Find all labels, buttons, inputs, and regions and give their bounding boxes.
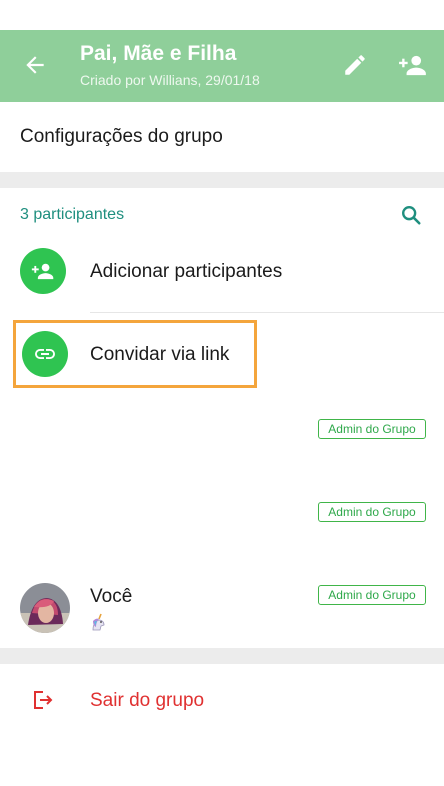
invite-link-highlight (13, 320, 257, 388)
unicorn-icon (92, 613, 105, 631)
group-subtitle: Criado por Willians, 29/01/18 (80, 72, 260, 88)
row-divider (90, 312, 444, 313)
search-icon[interactable] (400, 204, 422, 226)
participants-count: 3 participantes (20, 206, 125, 223)
person-add-icon (31, 263, 54, 280)
group-settings-row[interactable]: Configurações do grupo (0, 102, 444, 172)
avatar[interactable] (20, 583, 70, 633)
section-divider (0, 648, 444, 664)
arrow-left-icon[interactable] (22, 52, 48, 78)
admin-badge: Admin do Grupo (318, 502, 426, 522)
admin-badge: Admin do Grupo (318, 419, 426, 439)
group-settings-label: Configurações do grupo (20, 126, 223, 147)
member-name: Você (90, 586, 133, 607)
exit-group-label: Sair do grupo (90, 690, 205, 711)
add-participants-label: Adicionar participantes (90, 261, 283, 282)
exit-icon (34, 691, 53, 709)
group-header: Pai, Mãe e Filha Criado por Willians, 29… (0, 30, 444, 102)
group-title[interactable]: Pai, Mãe e Filha (80, 42, 236, 66)
add-participant-avatar (20, 248, 66, 294)
person-add-icon[interactable] (398, 52, 428, 78)
admin-badge: Admin do Grupo (318, 585, 426, 605)
section-divider (0, 172, 444, 188)
pencil-icon[interactable] (342, 52, 368, 78)
